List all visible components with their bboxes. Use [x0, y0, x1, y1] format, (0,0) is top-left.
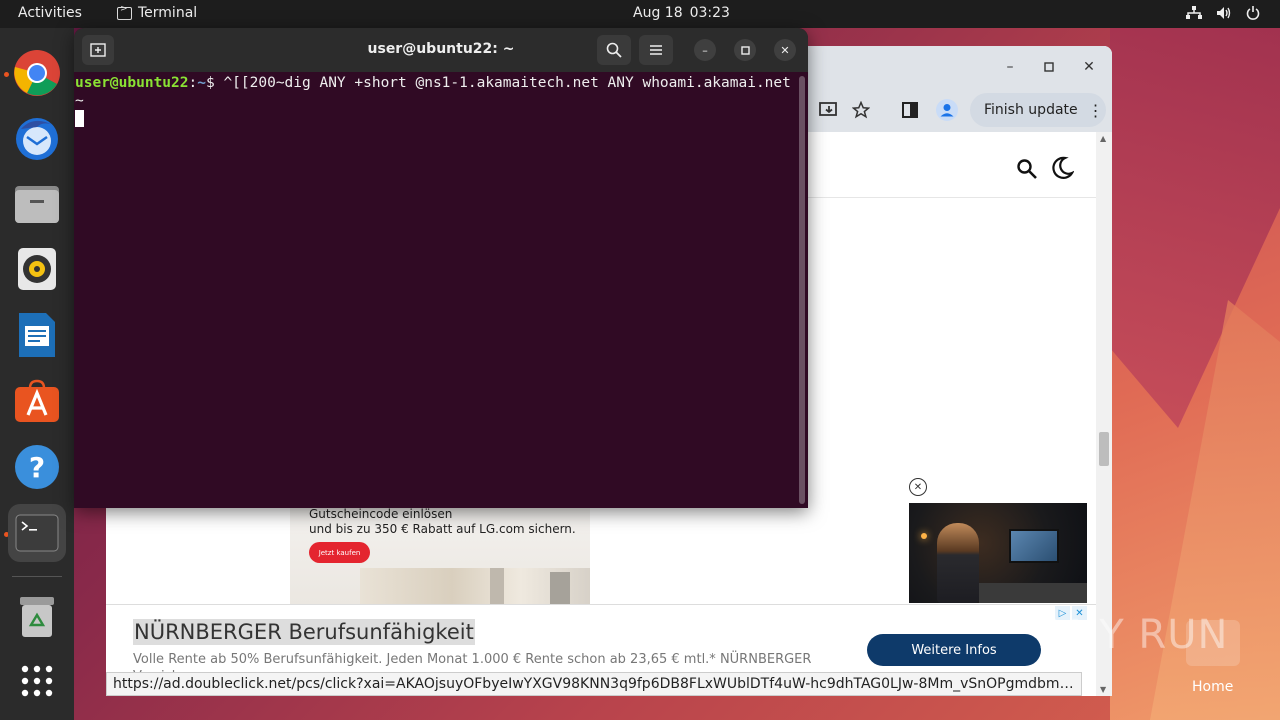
lg-ad-cta-button[interactable]: Jetzt kaufen: [309, 542, 370, 563]
terminal-cursor: [75, 110, 84, 127]
app-menu-label: Terminal: [138, 5, 198, 21]
maximize-icon[interactable]: [1040, 58, 1058, 76]
prompt-symbol: $: [205, 75, 224, 91]
close-icon[interactable]: ✕: [774, 39, 796, 61]
prompt-separator: :: [188, 75, 198, 91]
monitor-shape: [1009, 529, 1059, 563]
dark-mode-moon-icon[interactable]: [1050, 156, 1075, 184]
bottom-ad-button[interactable]: Weitere Infos: [867, 634, 1041, 666]
clock-time: 03:23: [689, 5, 730, 21]
link-status-url: https://ad.doubleclick.net/pcs/click?xai…: [106, 672, 1082, 696]
maximize-icon[interactable]: [734, 39, 756, 61]
terminal-scrollbar[interactable]: [799, 76, 805, 504]
terminal-headerbar: user@ubuntu22: ~ – ✕: [74, 28, 808, 72]
app-center-icon[interactable]: [8, 372, 66, 430]
prompt-path: ~: [197, 75, 206, 91]
terminal-window[interactable]: user@ubuntu22: ~ – ✕ user@ubuntu22:~$ ^[…: [74, 28, 808, 508]
home-folder-label[interactable]: Home: [1192, 679, 1233, 695]
lamp-shape: [921, 533, 927, 539]
rhythmbox-icon[interactable]: [8, 240, 66, 298]
lg-ad-line2: und bis zu 350 € Rabatt auf LG.com siche…: [309, 522, 576, 536]
thunderbird-icon[interactable]: [8, 108, 66, 166]
search-icon[interactable]: [1016, 158, 1038, 184]
lg-ad-banner[interactable]: Gutscheincode einlösen und bis zu 350 € …: [290, 506, 590, 604]
install-app-icon[interactable]: [817, 98, 841, 122]
hamburger-menu-icon[interactable]: [639, 35, 673, 65]
clock-date: Aug 18: [633, 5, 683, 21]
lg-ad-line1: Gutscheincode einlösen: [309, 507, 453, 521]
person-shape: [937, 523, 979, 603]
bottom-ad-headline[interactable]: NÜRNBERGER Berufsunfähigkeit: [133, 619, 475, 645]
show-apps-icon[interactable]: [8, 652, 66, 710]
finish-update-label: Finish update: [984, 102, 1078, 118]
help-icon[interactable]: ?: [8, 438, 66, 496]
lg-ad-image: [360, 568, 590, 604]
volume-icon: [1216, 6, 1232, 20]
clock[interactable]: Aug 18 03:23: [633, 5, 730, 21]
libreoffice-writer-icon[interactable]: [8, 306, 66, 364]
power-icon: [1246, 6, 1260, 20]
dock-separator: [12, 576, 62, 577]
minimize-icon[interactable]: –: [694, 39, 716, 61]
minimize-icon[interactable]: –: [1001, 58, 1019, 76]
search-icon[interactable]: [597, 35, 631, 65]
files-icon[interactable]: [8, 174, 66, 232]
app-menu[interactable]: Terminal: [117, 4, 198, 21]
dock: ?: [0, 28, 74, 720]
finish-update-button[interactable]: Finish update ⋮: [970, 93, 1106, 127]
close-icon[interactable]: ✕: [1080, 58, 1098, 76]
chrome-icon[interactable]: [8, 44, 66, 102]
photo-ad-image[interactable]: [909, 503, 1087, 603]
terminal-icon[interactable]: [8, 504, 66, 562]
side-panel-icon[interactable]: [898, 98, 922, 122]
scroll-up-icon[interactable]: ▲: [1100, 134, 1106, 143]
prompt-user: user@ubuntu22: [75, 75, 189, 91]
terminal-output[interactable]: user@ubuntu22:~$ ^[[200~dig ANY +short @…: [75, 74, 795, 128]
top-bar: Activities Terminal Aug 18 03:23: [0, 0, 1280, 28]
profile-avatar-icon[interactable]: [935, 98, 959, 122]
system-tray[interactable]: [1186, 6, 1260, 20]
scroll-down-icon[interactable]: ▼: [1100, 685, 1106, 694]
network-icon: [1186, 6, 1202, 20]
home-folder-icon[interactable]: [1186, 620, 1240, 666]
desk-shape: [979, 583, 1087, 603]
ad-close-icon[interactable]: ✕: [909, 478, 927, 496]
trash-icon[interactable]: [8, 588, 66, 646]
more-menu-icon: ⋮: [1087, 100, 1104, 120]
scrollbar-thumb[interactable]: [1099, 432, 1109, 466]
terminal-app-icon: [117, 4, 132, 20]
svg-text:?: ?: [29, 451, 45, 484]
activities-button[interactable]: Activities: [18, 5, 82, 21]
bookmark-star-icon[interactable]: [849, 98, 873, 122]
